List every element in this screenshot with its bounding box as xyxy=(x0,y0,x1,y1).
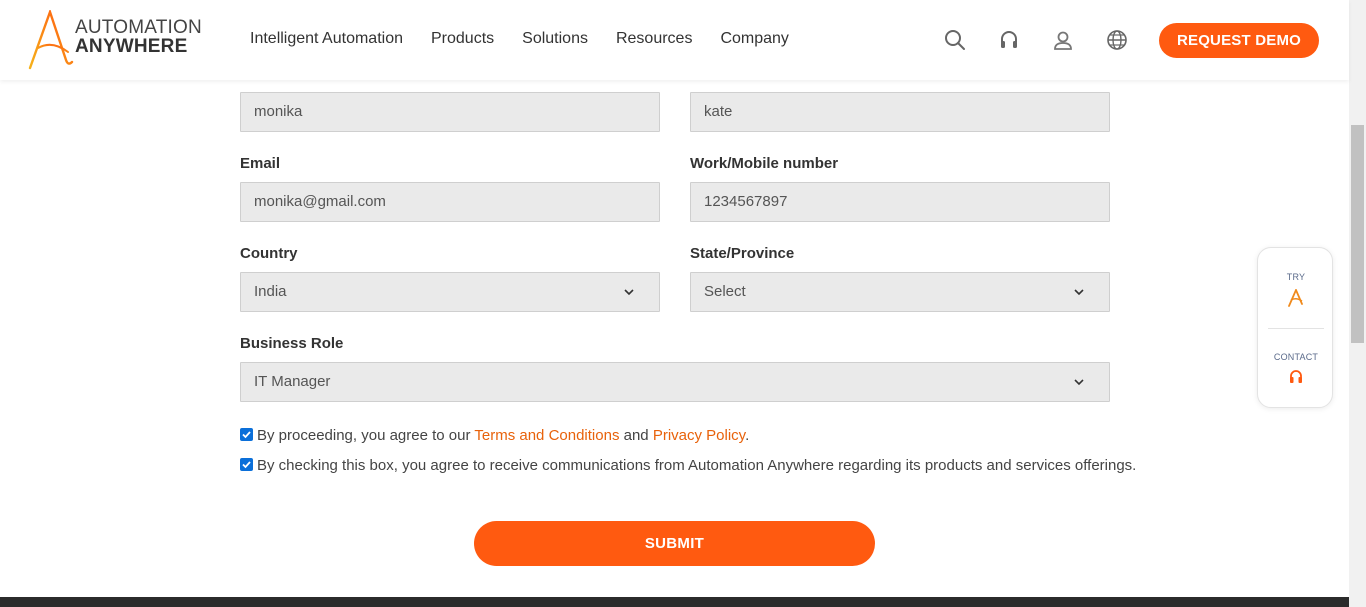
automation-anywhere-logo[interactable]: AUTOMATION ANYWHERE xyxy=(28,10,202,70)
business-role-label: Business Role xyxy=(240,335,344,352)
terms-mid: and xyxy=(619,427,653,444)
contact-label: CONTACT xyxy=(1273,352,1319,362)
try-widget-button[interactable]: TRY xyxy=(1258,248,1334,328)
terms-prefix: By proceeding, you agree to our xyxy=(257,427,475,444)
headset-icon[interactable] xyxy=(997,28,1021,52)
communications-consent-text: By checking this box, you agree to recei… xyxy=(257,457,1137,474)
contact-widget-button[interactable]: CONTACT xyxy=(1258,329,1334,409)
nav-company[interactable]: Company xyxy=(720,30,788,48)
site-header: AUTOMATION ANYWHERE Intelligent Automati… xyxy=(0,0,1349,80)
phone-field[interactable]: 1234567897 xyxy=(690,182,1110,222)
checkmark-icon xyxy=(242,461,251,469)
nav-resources[interactable]: Resources xyxy=(616,30,692,48)
country-select[interactable]: India xyxy=(240,272,660,312)
communications-checkbox[interactable] xyxy=(240,458,253,471)
country-value: India xyxy=(254,283,287,300)
nav-solutions[interactable]: Solutions xyxy=(522,30,588,48)
try-logo-icon xyxy=(1288,289,1303,307)
terms-suffix: . xyxy=(745,427,750,444)
state-select[interactable]: Select xyxy=(690,272,1110,312)
globe-icon[interactable] xyxy=(1105,28,1129,52)
chevron-down-icon xyxy=(624,289,634,296)
privacy-link[interactable]: Privacy Policy xyxy=(653,427,745,444)
last-name-field[interactable]: kate xyxy=(690,92,1110,132)
business-role-select[interactable]: IT Manager xyxy=(240,362,1110,402)
try-label: TRY xyxy=(1286,272,1306,282)
state-value: Select xyxy=(704,283,746,300)
business-role-value: IT Manager xyxy=(254,373,331,390)
search-icon[interactable] xyxy=(943,28,967,52)
request-demo-button[interactable]: REQUEST DEMO xyxy=(1159,23,1319,58)
logo-mark-icon xyxy=(28,10,74,70)
nav-products[interactable]: Products xyxy=(431,30,494,48)
terms-consent-text: By proceeding, you agree to our Terms an… xyxy=(257,427,749,444)
phone-label: Work/Mobile number xyxy=(690,155,839,172)
chevron-down-icon xyxy=(1074,289,1084,296)
submit-button[interactable]: SUBMIT xyxy=(474,521,875,566)
email-label: Email xyxy=(240,155,281,172)
side-widget: TRY CONTACT xyxy=(1257,247,1333,408)
scrollbar-thumb[interactable] xyxy=(1351,125,1364,343)
first-name-field[interactable]: monika xyxy=(240,92,660,132)
chevron-down-icon xyxy=(1074,379,1084,386)
logo-text-line2: ANYWHERE xyxy=(75,36,188,57)
user-icon[interactable] xyxy=(1051,28,1075,52)
checkmark-icon xyxy=(242,431,251,439)
terms-checkbox[interactable] xyxy=(240,428,253,441)
main-nav: Intelligent Automation Products Solution… xyxy=(250,30,789,48)
state-label: State/Province xyxy=(690,245,795,262)
footer-band xyxy=(0,597,1349,607)
email-field[interactable]: monika@gmail.com xyxy=(240,182,660,222)
terms-link[interactable]: Terms and Conditions xyxy=(474,427,619,444)
nav-intelligent-automation[interactable]: Intelligent Automation xyxy=(250,30,403,48)
country-label: Country xyxy=(240,245,298,262)
headset-icon xyxy=(1290,370,1302,383)
